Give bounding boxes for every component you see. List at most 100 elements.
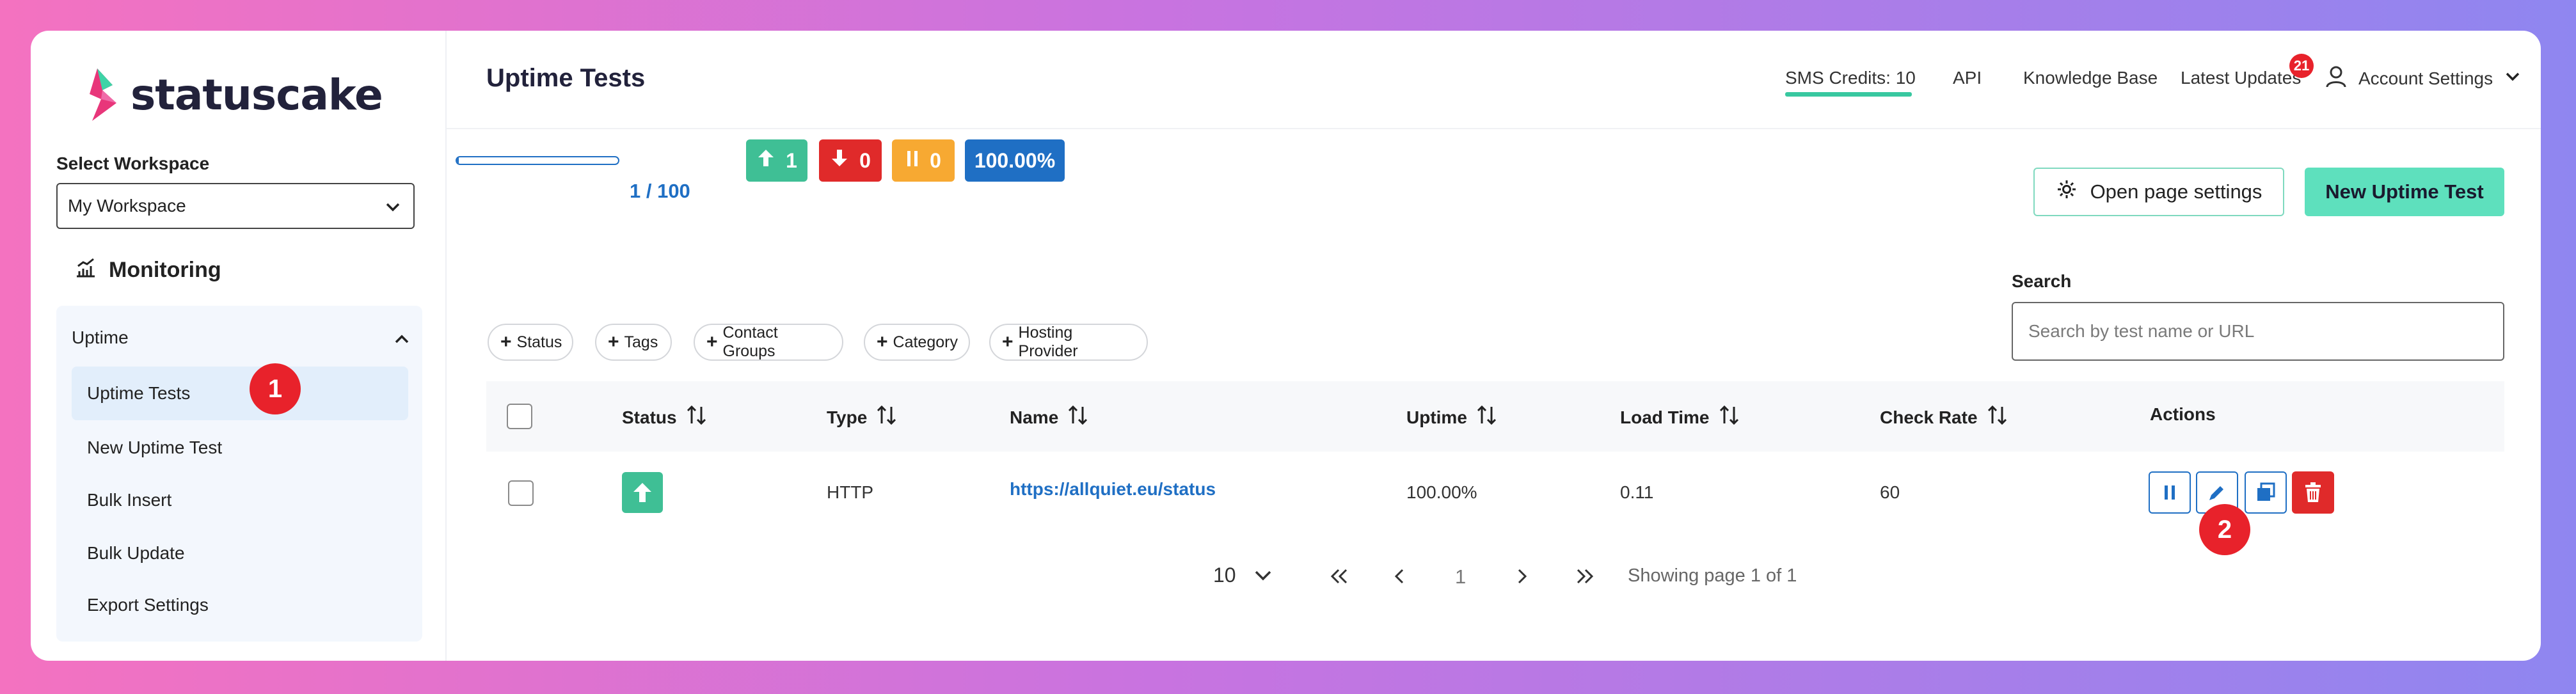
new-uptime-test-button[interactable]: New Uptime Test	[2305, 168, 2504, 216]
filter-chip-hosting-provider[interactable]: + Hosting Provider	[989, 324, 1148, 361]
sidebar-item-bulk-update[interactable]: Bulk Update	[72, 526, 408, 580]
row-select-checkbox[interactable]	[508, 480, 534, 506]
current-page[interactable]: 1	[1455, 565, 1466, 588]
filter-chip-label: Tags	[624, 333, 658, 351]
prev-page-button[interactable]	[1392, 568, 1406, 588]
filter-chip-label: Contact Groups	[722, 324, 778, 360]
copy-test-button[interactable]	[2245, 471, 2287, 514]
api-link[interactable]: API	[1953, 68, 1982, 88]
last-page-button[interactable]	[1574, 568, 1596, 588]
select-all-checkbox[interactable]	[507, 404, 532, 429]
sort-icon	[1987, 404, 2008, 430]
uptime-group-toggle[interactable]: Uptime	[72, 319, 411, 357]
new-uptime-test-label: New Uptime Test	[2325, 180, 2484, 203]
delete-test-button[interactable]	[2292, 471, 2334, 514]
down-count: 0	[859, 148, 871, 172]
sort-icon	[1719, 404, 1740, 430]
filter-chip-tags[interactable]: + Tags	[595, 324, 672, 361]
sidebar-item-uptime-tests[interactable]: Uptime Tests	[72, 367, 408, 420]
column-header-status[interactable]: Status	[622, 404, 708, 430]
up-count: 1	[786, 148, 797, 172]
sms-credits-link[interactable]: SMS Credits: 10	[1785, 68, 1916, 88]
page-size-select[interactable]: 10	[1213, 564, 1273, 587]
filter-chip-contact-groups[interactable]: + Contact Groups	[694, 324, 843, 361]
uptime-nav-panel: Uptime Uptime Tests New Uptime Test Bulk…	[56, 306, 422, 642]
filter-chip-label: Status	[516, 333, 562, 351]
cell-name-link[interactable]: https://allquiet.eu/status	[1010, 479, 1216, 500]
column-header-uptime[interactable]: Uptime	[1406, 404, 1498, 430]
sidebar-item-bulk-insert[interactable]: Bulk Insert	[72, 473, 408, 527]
plus-icon: +	[877, 331, 888, 352]
user-icon	[2325, 65, 2347, 91]
search-label: Search	[2012, 271, 2072, 291]
uptime-group-label: Uptime	[72, 327, 129, 347]
monitoring-label: Monitoring	[109, 258, 221, 282]
workspace-value: My Workspace	[68, 196, 186, 216]
latest-updates-link[interactable]: Latest Updates	[2181, 68, 2301, 88]
column-header-name[interactable]: Name	[1010, 404, 1089, 430]
sidebar-item-label: Bulk Insert	[87, 490, 172, 510]
column-header-actions: Actions	[2150, 404, 2216, 425]
arrow-up-icon	[633, 483, 651, 502]
pagination-summary: Showing page 1 of 1	[1628, 565, 1797, 586]
cell-uptime: 100.00%	[1406, 482, 1477, 502]
pause-test-button[interactable]	[2149, 471, 2191, 514]
status-up-indicator	[622, 472, 663, 513]
paused-count-badge[interactable]: 0	[892, 139, 955, 182]
sort-icon	[1067, 404, 1089, 430]
down-count-badge[interactable]: 0	[819, 139, 882, 182]
first-page-button[interactable]	[1328, 568, 1350, 588]
account-settings-label: Account Settings	[2358, 68, 2493, 88]
sort-icon	[1476, 404, 1498, 430]
sidebar: statuscake Select Workspace My Workspace…	[31, 31, 447, 661]
filter-chip-category[interactable]: + Category	[864, 324, 970, 361]
plus-icon: +	[1002, 331, 1014, 352]
up-count-badge[interactable]: 1	[746, 139, 807, 182]
account-settings-menu[interactable]: Account Settings	[2325, 65, 2521, 91]
cell-type: HTTP	[827, 482, 874, 502]
sidebar-item-label: Export Settings	[87, 595, 209, 615]
sms-credits-underline	[1785, 92, 1912, 97]
page-size-value: 10	[1213, 564, 1236, 587]
workspace-select[interactable]: My Workspace	[56, 183, 415, 229]
sidebar-item-new-uptime-test[interactable]: New Uptime Test	[72, 421, 408, 475]
filter-chip-label: Hosting Provider	[1018, 324, 1078, 360]
pause-icon	[2165, 485, 2175, 500]
trash-icon	[2305, 482, 2321, 502]
chevron-down-icon	[384, 198, 402, 221]
sidebar-item-export-settings[interactable]: Export Settings	[72, 578, 408, 632]
open-page-settings-button[interactable]: Open page settings	[2033, 168, 2284, 216]
pause-icon	[905, 149, 919, 173]
chevron-up-icon	[393, 330, 411, 352]
search-input[interactable]	[2012, 302, 2504, 361]
brand-name: statuscake	[131, 70, 383, 120]
sidebar-item-label: Bulk Update	[87, 543, 185, 563]
arrow-down-icon	[830, 148, 849, 173]
column-header-load-time[interactable]: Load Time	[1620, 404, 1740, 430]
column-header-type[interactable]: Type	[827, 404, 898, 430]
page-title: Uptime Tests	[486, 64, 646, 92]
statuscake-logo-icon	[83, 66, 124, 123]
column-header-check-rate[interactable]: Check Rate	[1880, 404, 2008, 430]
next-page-button[interactable]	[1515, 568, 1529, 588]
gear-icon	[2056, 178, 2078, 205]
uptime-percent-badge: 100.00%	[965, 139, 1065, 182]
column-label: Name	[1010, 407, 1059, 427]
plus-icon: +	[500, 331, 512, 352]
cell-check-rate: 60	[1880, 482, 1900, 502]
filter-chip-label: Category	[893, 333, 958, 351]
pencil-icon	[2209, 486, 2223, 500]
step-marker-1: 1	[250, 363, 301, 414]
copy-icon	[2257, 482, 2275, 501]
sidebar-item-label: New Uptime Test	[87, 438, 223, 457]
column-label: Uptime	[1406, 407, 1467, 427]
filter-chip-status[interactable]: + Status	[488, 324, 573, 361]
cell-load-time: 0.11	[1620, 482, 1654, 502]
uptime-percent: 100.00%	[974, 148, 1056, 172]
progress-fill	[457, 157, 459, 164]
knowledge-base-link[interactable]: Knowledge Base	[2023, 68, 2158, 88]
chevron-down-icon	[1255, 571, 1271, 580]
monitor-quota-progress	[456, 156, 619, 165]
brand-logo[interactable]: statuscake	[83, 63, 383, 127]
open-page-settings-label: Open page settings	[2090, 180, 2262, 203]
